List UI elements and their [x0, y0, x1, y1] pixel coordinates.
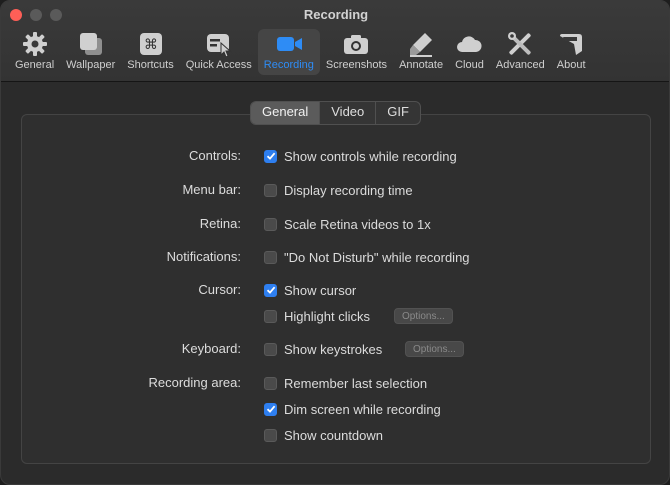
toolbar-item-label: Quick Access: [185, 59, 252, 71]
scale-retina-checkbox[interactable]: [264, 217, 277, 231]
remember-selection-label: Remember last selection: [284, 375, 428, 391]
preferences-toolbar: General Wallpaper ⌘ Shortcuts Quick Acce…: [9, 29, 592, 75]
toolbar-item-label: Wallpaper: [66, 59, 116, 71]
quick-access-icon: [205, 31, 233, 57]
dim-screen-label: Dim screen while recording: [284, 401, 441, 417]
highlight-clicks-options-button[interactable]: Options...: [394, 308, 453, 324]
toolbar-item-recording[interactable]: Recording: [257, 29, 320, 75]
tab-general[interactable]: General: [251, 102, 321, 124]
command-key-icon: ⌘: [137, 31, 165, 57]
window-title: Recording: [303, 7, 369, 22]
tools-icon: [506, 31, 534, 57]
retina-label: Retina:: [199, 216, 241, 231]
cloud-icon: [455, 31, 483, 57]
show-keystrokes-options-button[interactable]: Options...: [405, 341, 464, 357]
toolbar-item-annotate[interactable]: Annotate: [393, 29, 449, 75]
do-not-disturb-option[interactable]: "Do Not Disturb" while recording: [264, 249, 470, 265]
show-countdown-label: Show countdown: [284, 427, 384, 443]
tab-gif[interactable]: GIF: [376, 102, 420, 124]
scale-retina-option[interactable]: Scale Retina videos to 1x: [264, 216, 431, 232]
toolbar-item-general[interactable]: General: [9, 29, 60, 75]
svg-text:⌘: ⌘: [144, 37, 158, 53]
do-not-disturb-label: "Do Not Disturb" while recording: [284, 249, 470, 265]
checkmark-icon: [266, 286, 275, 294]
highlight-clicks-label: Highlight clicks: [284, 308, 370, 324]
do-not-disturb-checkbox[interactable]: [264, 250, 277, 264]
remember-selection-checkbox[interactable]: [264, 376, 277, 390]
show-keystrokes-option[interactable]: Show keystrokes: [264, 341, 382, 357]
show-keystrokes-checkbox[interactable]: [264, 342, 277, 356]
toolbar-item-label: Shortcuts: [127, 59, 174, 71]
toolbar-item-label: About: [556, 59, 586, 71]
camera-icon: [342, 31, 370, 57]
gear-icon: [21, 31, 49, 57]
show-countdown-option[interactable]: Show countdown: [264, 427, 383, 443]
menu-bar-label: Menu bar:: [182, 182, 241, 197]
toolbar-item-label: Advanced: [495, 59, 545, 71]
show-cursor-option[interactable]: Show cursor: [264, 282, 356, 298]
display-recording-time-checkbox[interactable]: [264, 183, 277, 197]
notifications-label: Notifications:: [166, 249, 241, 264]
preferences-window: Recording General Wallpaper ⌘ Shortcuts: [0, 0, 670, 485]
show-cursor-label: Show cursor: [284, 282, 357, 298]
show-cursor-checkbox[interactable]: [264, 283, 277, 297]
toolbar-item-wallpaper[interactable]: Wallpaper: [60, 29, 121, 75]
dim-screen-checkbox[interactable]: [264, 402, 277, 416]
show-controls-checkbox[interactable]: [264, 149, 277, 163]
show-countdown-checkbox[interactable]: [264, 428, 277, 442]
highlight-clicks-checkbox[interactable]: [264, 309, 277, 323]
highlight-clicks-option[interactable]: Highlight clicks: [264, 308, 370, 324]
toolbar-item-label: Annotate: [399, 59, 444, 71]
remember-selection-option[interactable]: Remember last selection: [264, 375, 427, 391]
toolbar-item-shortcuts[interactable]: ⌘ Shortcuts: [121, 29, 179, 75]
titlebar: Recording General Wallpaper ⌘ Shortcuts: [1, 1, 669, 82]
video-camera-icon: [275, 31, 303, 57]
toolbar-item-label: Recording: [263, 59, 314, 71]
tab-segmented-control: General Video GIF: [250, 101, 421, 125]
toolbar-item-cloud[interactable]: Cloud: [449, 29, 490, 75]
controls-label: Controls:: [188, 148, 241, 163]
toolbar-item-label: General: [15, 59, 55, 71]
cursor-label: Cursor:: [198, 282, 241, 297]
checkmark-icon: [266, 405, 275, 413]
toolbar-item-quick-access[interactable]: Quick Access: [180, 29, 258, 75]
toolbar-item-label: Cloud: [455, 59, 484, 71]
tab-video[interactable]: Video: [320, 102, 377, 124]
checkmark-icon: [266, 152, 275, 160]
about-icon: [557, 31, 585, 57]
toolbar-item-about[interactable]: About: [551, 29, 592, 75]
marker-icon: [407, 31, 435, 57]
wallpaper-icon: [77, 31, 105, 57]
dim-screen-option[interactable]: Dim screen while recording: [264, 401, 441, 417]
toolbar-item-label: Screenshots: [325, 59, 388, 71]
keyboard-label: Keyboard:: [181, 341, 241, 356]
display-recording-time-label: Display recording time: [284, 182, 413, 198]
toolbar-item-screenshots[interactable]: Screenshots: [320, 29, 393, 75]
show-keystrokes-label: Show keystrokes: [284, 341, 383, 357]
show-controls-label: Show controls while recording: [284, 148, 457, 164]
scale-retina-label: Scale Retina videos to 1x: [284, 216, 431, 232]
recording-area-label: Recording area:: [148, 375, 242, 390]
toolbar-item-advanced[interactable]: Advanced: [490, 29, 551, 75]
display-recording-time-option[interactable]: Display recording time: [264, 182, 413, 198]
show-controls-option[interactable]: Show controls while recording: [264, 148, 457, 164]
